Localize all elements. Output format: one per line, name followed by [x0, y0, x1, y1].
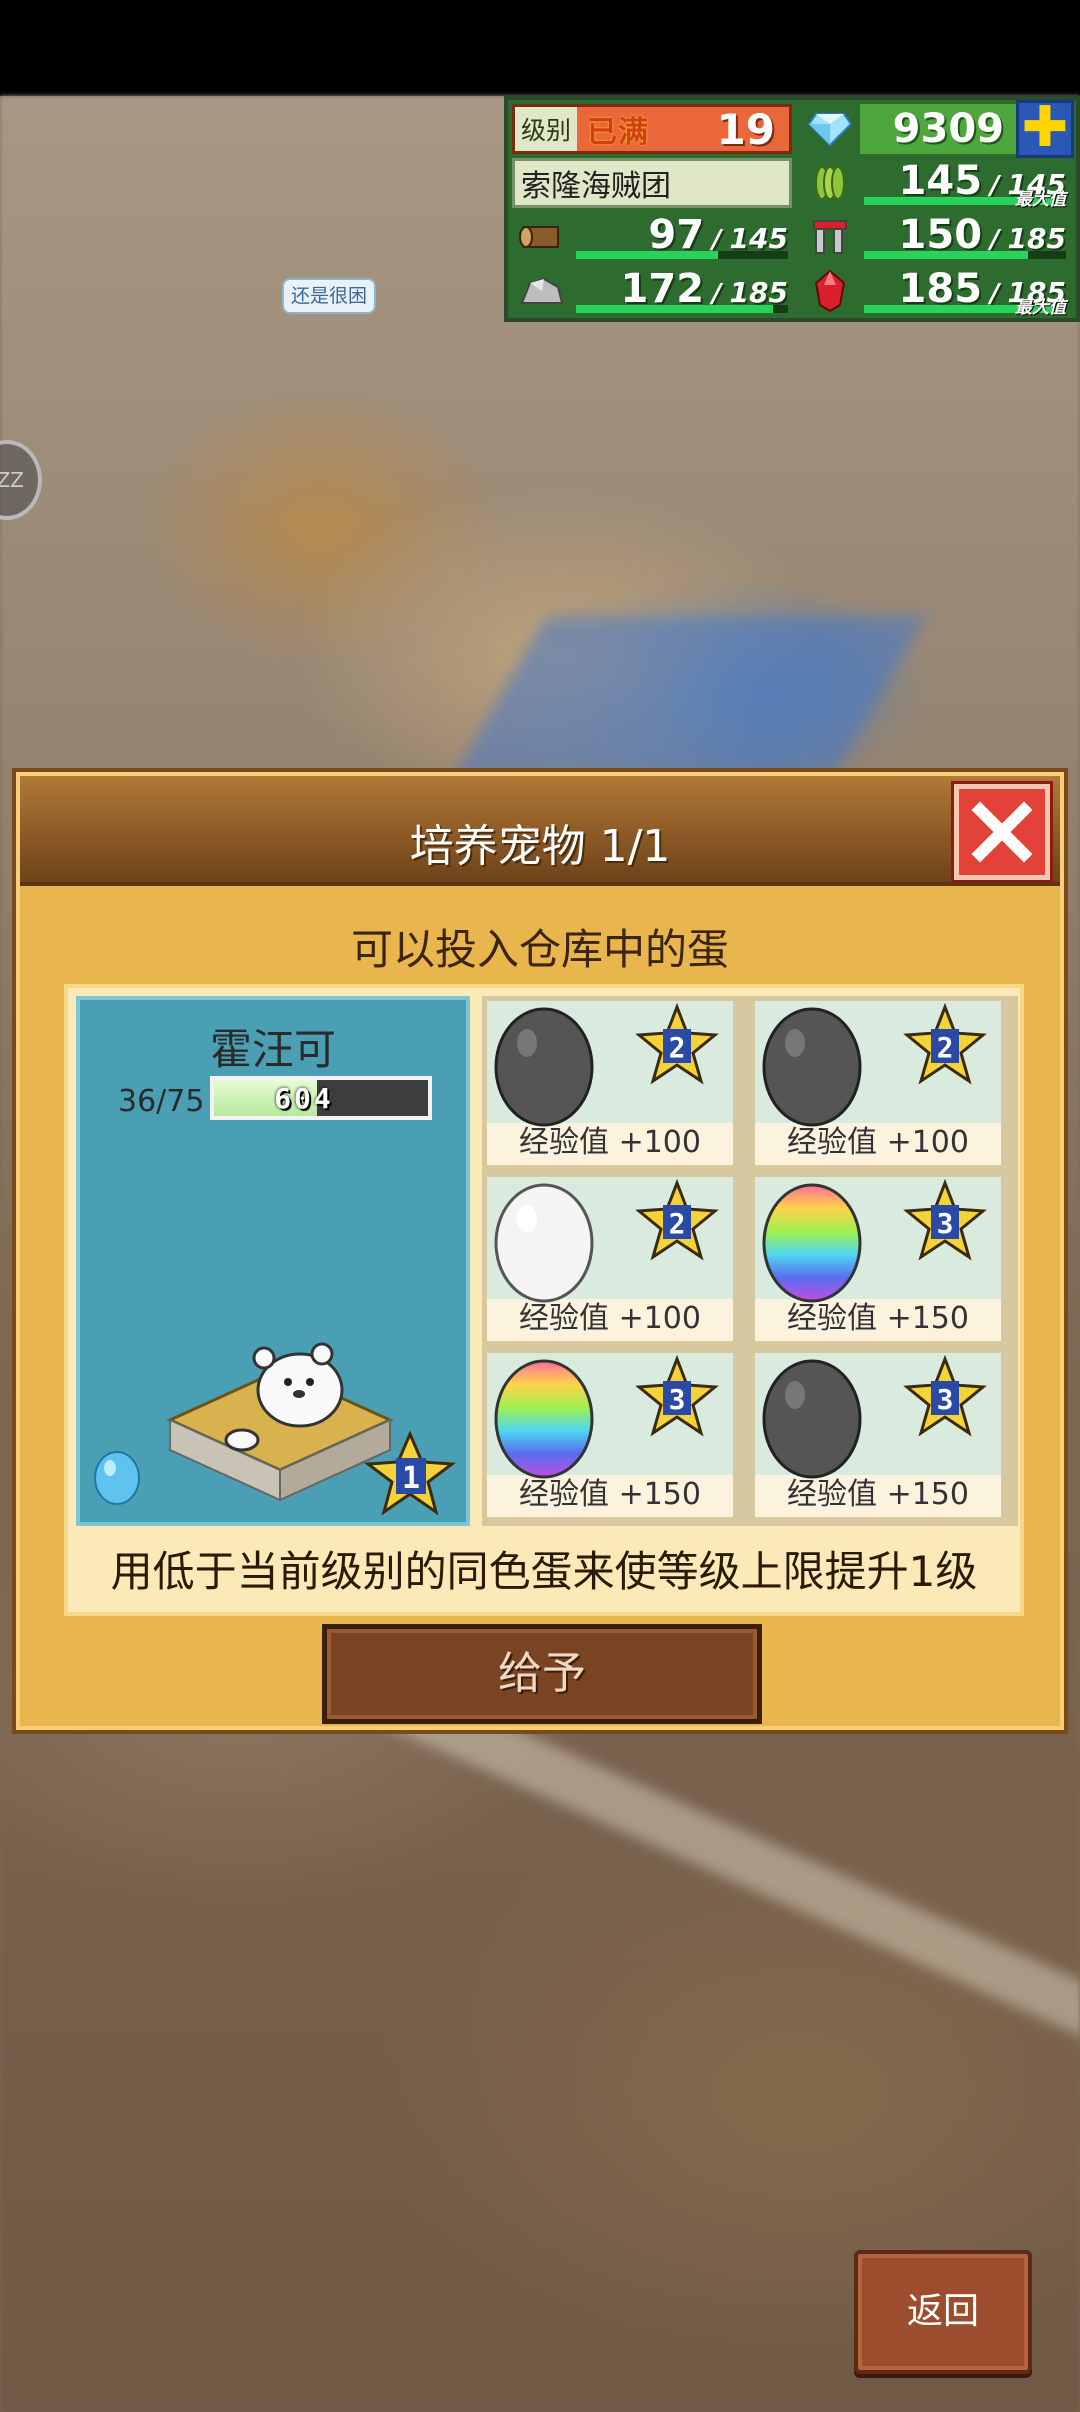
star-rank-icon: 3: [635, 1355, 719, 1437]
pet-bed-with-bear: 1: [166, 1342, 457, 1516]
team-name-box: 索隆海贼团: [512, 158, 792, 208]
resource-food: 145/145 最大值: [800, 158, 1070, 210]
pet-panel: 霍汪可 36/75 604 1: [76, 996, 470, 1526]
content-frame: 霍汪可 36/75 604 1 2 经验值 +100 2 经验值 +100 2 …: [64, 984, 1024, 1616]
gem-display: 9309 ✚: [800, 100, 1074, 158]
gray-egg-icon: [762, 1007, 862, 1127]
speech-bubble: 还是很困: [282, 278, 376, 314]
egg-slot[interactable]: 2 经验值 +100: [484, 998, 736, 1168]
egg-grid: 2 经验值 +100 2 经验值 +100 2 经验值 +100 3 经验值 +…: [482, 996, 1018, 1526]
resource-stone: 172/185: [512, 266, 792, 316]
wood-bar-fill: [576, 251, 719, 259]
food-max-label: 最大值: [1015, 190, 1066, 210]
stone-bar-fill: [576, 305, 774, 313]
resource-tools: 150/185: [800, 212, 1070, 262]
resource-wood: 97/145: [512, 212, 792, 262]
upgrade-hint-text: 用低于当前级别的同色蛋来使等级上限提升1级: [110, 1547, 978, 1596]
level-max-badge: 已满: [587, 115, 650, 150]
svg-text:3: 3: [937, 1383, 954, 1416]
star-rank-icon: 2: [635, 1003, 719, 1085]
pet-training-dialog: 培养宠物 1/1 可以投入仓库中的蛋 霍汪可 36/75 604 1 2 经验值…: [12, 768, 1068, 1734]
star-rank-icon: 2: [635, 1179, 719, 1261]
star-rank-icon: 3: [903, 1179, 987, 1261]
egg-slot[interactable]: 3 经验值 +150: [752, 1350, 1004, 1520]
level-display: 级别 已满 19: [512, 104, 792, 154]
svg-text:3: 3: [937, 1207, 954, 1240]
grain-icon: [800, 158, 860, 208]
back-button[interactable]: 返回: [854, 2250, 1032, 2374]
add-gems-button[interactable]: ✚: [1016, 100, 1074, 158]
gem-count: 9309: [892, 106, 1004, 152]
egg-exp-label: 经验值 +150: [787, 1477, 969, 1512]
level-label: 级别: [515, 107, 578, 151]
svg-text:2: 2: [937, 1031, 954, 1064]
close-icon: [971, 801, 1033, 863]
pet-level-star-number: 1: [402, 1461, 420, 1496]
egg-slot[interactable]: 3 经验值 +150: [752, 1174, 1004, 1344]
star-rank-icon: 3: [903, 1355, 987, 1437]
svg-text:2: 2: [669, 1207, 686, 1240]
tools-bar-fill: [864, 251, 1028, 259]
give-button[interactable]: 给予: [322, 1624, 762, 1724]
egg-exp-label: 经验值 +150: [519, 1477, 701, 1512]
log-icon: [512, 212, 572, 262]
dialog-title: 培养宠物 1/1: [409, 821, 671, 872]
dialog-subtitle: 可以投入仓库中的蛋: [350, 925, 729, 974]
ruby-max-label: 最大值: [1015, 298, 1066, 318]
star-rank-icon: 2: [903, 1003, 987, 1085]
egg-exp-label: 经验值 +100: [519, 1301, 701, 1336]
resource-hud: 级别 已满 19 9309 ✚ 索隆海贼团 145/145 最大值 97/145…: [504, 96, 1080, 322]
dialog-header: 培养宠物 1/1: [20, 776, 1060, 886]
egg-exp-label: 经验值 +100: [519, 1125, 701, 1160]
team-name: 索隆海贼团: [521, 169, 671, 204]
ruby-icon: [800, 266, 860, 316]
pet-exp-bar: 604: [210, 1076, 432, 1120]
rainbow-egg-icon: [494, 1359, 594, 1479]
status-bar: [0, 0, 1080, 96]
svg-text:3: 3: [669, 1383, 686, 1416]
pet-exp-text: 36/75: [118, 1084, 205, 1119]
egg-exp-label: 经验值 +150: [787, 1301, 969, 1336]
stone-icon: [512, 266, 572, 316]
egg-slot[interactable]: 3 经验值 +150: [484, 1350, 736, 1520]
svg-text:2: 2: [669, 1031, 686, 1064]
blue-egg-icon: [94, 1451, 140, 1505]
gray-egg-icon: [762, 1359, 862, 1479]
gray-egg-icon: [494, 1007, 594, 1127]
tools-icon: [800, 212, 860, 262]
egg-slot[interactable]: 2 经验值 +100: [752, 998, 1004, 1168]
white-egg-icon: [494, 1183, 594, 1303]
pet-name: 霍汪可: [209, 1025, 336, 1074]
egg-slot[interactable]: 2 经验值 +100: [484, 1174, 736, 1344]
level-value: 19: [716, 104, 775, 154]
egg-exp-label: 经验值 +100: [787, 1125, 969, 1160]
rainbow-egg-icon: [762, 1183, 862, 1303]
resource-ruby: 185/185 最大值: [800, 266, 1070, 318]
diamond-icon: [800, 104, 860, 154]
pet-exp-bar-label: 604: [274, 1082, 334, 1115]
close-button[interactable]: [954, 784, 1050, 880]
